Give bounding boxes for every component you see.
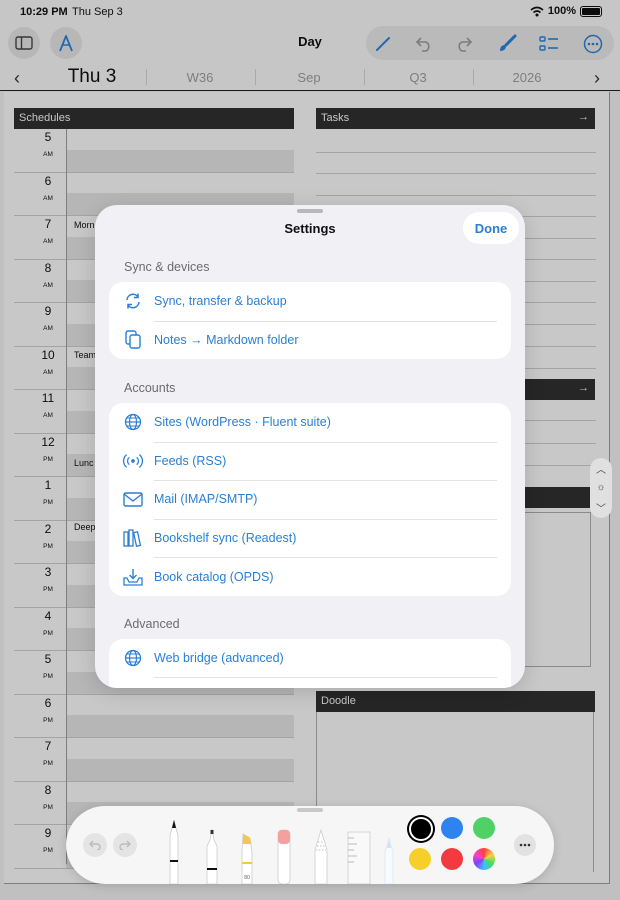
group-label-sync: Sync & devices	[124, 260, 210, 274]
row-mail[interactable]: Mail (IMAP/SMTP)	[109, 480, 511, 519]
row-web-bridge[interactable]: Web bridge (advanced)	[109, 639, 511, 678]
color-swatch-red[interactable]	[441, 848, 463, 870]
color-swatch-green[interactable]	[473, 817, 495, 839]
palette-redo-button[interactable]	[113, 833, 137, 857]
row-label: Web bridge (advanced)	[154, 651, 284, 666]
broadcast-icon	[123, 451, 143, 471]
group-accounts: Sites (WordPress · Fluent suite) Feeds (…	[109, 403, 511, 596]
chevron-down-icon[interactable]: ﹀	[596, 500, 606, 515]
lasso-tool-icon[interactable]	[312, 828, 330, 884]
ruler-tool-icon[interactable]	[346, 830, 372, 884]
settings-title: Settings	[284, 221, 336, 236]
row-sites[interactable]: Sites (WordPress · Fluent suite)	[109, 403, 511, 442]
row-divider	[154, 677, 497, 678]
envelope-icon	[123, 489, 143, 509]
row-feeds[interactable]: Feeds (RSS)	[109, 441, 511, 481]
row-notes-markdown[interactable]: Notes → Markdown folder	[109, 320, 511, 360]
sync-icon	[123, 291, 143, 311]
row-label: Sites (WordPress · Fluent suite)	[154, 415, 331, 430]
settings-sheet: Settings Done Sync & devices Sync, trans…	[95, 205, 525, 688]
group-label-accounts: Accounts	[124, 381, 176, 395]
color-swatch-yellow[interactable]	[409, 848, 431, 870]
palette-grabber[interactable]	[297, 808, 323, 812]
marker-label: 80	[244, 875, 250, 881]
row-bookshelf[interactable]: Bookshelf sync (Readest)	[109, 518, 511, 558]
eraser-tool-icon[interactable]	[275, 828, 293, 884]
row-book-catalog[interactable]: Book catalog (OPDS)	[109, 557, 511, 596]
drawing-palette: 80	[66, 806, 554, 884]
row-label: Notes → Markdown folder	[154, 332, 299, 347]
copy-icon	[123, 330, 143, 350]
chevron-up-icon[interactable]: ︿	[596, 461, 606, 476]
books-icon	[123, 528, 143, 548]
undo-icon	[89, 840, 101, 850]
palette-more-button[interactable]	[514, 834, 536, 856]
group-advanced: Web bridge (advanced)	[109, 639, 511, 688]
row-label: Feeds (RSS)	[154, 453, 227, 468]
row-label: Book catalog (OPDS)	[154, 569, 274, 584]
fineliner-tool-icon[interactable]	[203, 828, 221, 884]
color-swatch-blue[interactable]	[441, 817, 463, 839]
ellipsis-icon	[519, 843, 531, 847]
fountain-pen-tool-icon[interactable]	[382, 836, 396, 884]
row-sync-transfer-backup[interactable]: Sync, transfer & backup	[109, 282, 511, 321]
group-sync: Sync, transfer & backup Notes → Markdown…	[109, 282, 511, 360]
row-label: Sync, transfer & backup	[154, 294, 287, 309]
row-label: Mail (IMAP/SMTP)	[154, 492, 258, 507]
color-swatch-black[interactable]	[409, 817, 433, 841]
palette-undo-button[interactable]	[83, 833, 107, 857]
side-scroll-control: ︿ ☼ ﹀	[590, 458, 612, 518]
row-label: Bookshelf sync (Readest)	[154, 531, 297, 546]
brightness-icon[interactable]: ☼	[596, 482, 605, 493]
highlighter-tool-icon[interactable]: 80	[238, 832, 256, 884]
sheet-grabber[interactable]	[297, 209, 323, 213]
group-label-advanced: Advanced	[124, 617, 180, 631]
globe-icon	[123, 412, 143, 432]
redo-icon	[119, 840, 131, 850]
pen-tool-icon[interactable]	[166, 818, 182, 884]
color-picker-rainbow[interactable]	[473, 848, 495, 870]
done-button[interactable]: Done	[463, 212, 519, 244]
globe-icon	[123, 648, 143, 668]
tray-download-icon	[123, 567, 143, 587]
